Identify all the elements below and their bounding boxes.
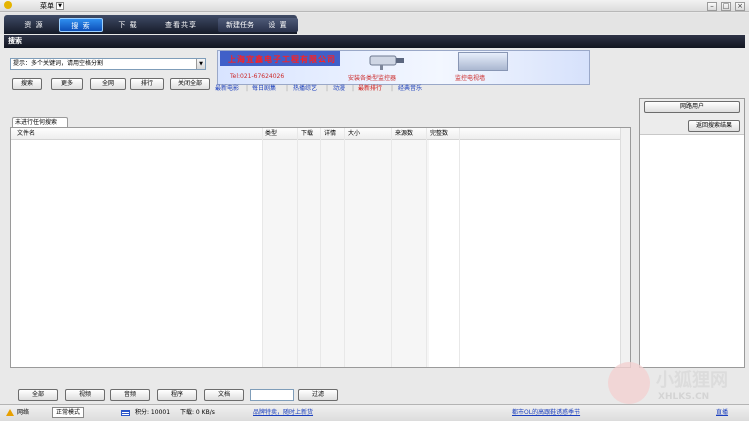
network-icon [121, 410, 130, 416]
column-divider [459, 128, 460, 367]
watermark-text-cn: 小狐狸网 [656, 370, 728, 391]
link-latest-movies[interactable]: 最新电影 [215, 84, 239, 93]
banner-title: 上海宜鑫电子工程有限公司 [228, 55, 336, 64]
results-table: 文件名 类型 下载 详情 大小 来源数 完整数 [10, 127, 631, 368]
mode-selector[interactable]: 正常模式 [52, 407, 85, 418]
monitor-wall-image [458, 52, 508, 71]
column-header-filename[interactable]: 文件名 [15, 128, 35, 140]
banner-slogan-2: 监控电视墙 [455, 75, 486, 82]
link-classic-music[interactable]: 经典音乐 [398, 84, 422, 93]
column-divider [297, 128, 298, 367]
secondary-nav: 新建任务 设 置 [218, 18, 298, 32]
news-link[interactable]: 都市OL的高跟鞋诱惑季节 [512, 406, 580, 419]
link-separator: | [326, 85, 329, 92]
banner-phone: Tel:021-67624026 [230, 73, 285, 80]
logo-icon [4, 1, 12, 9]
column-header-download[interactable]: 下载 [299, 128, 313, 140]
tab-search[interactable]: 搜 索 [59, 18, 103, 32]
camera-icon [369, 55, 404, 70]
online-users-button[interactable]: 网路用户 [644, 101, 740, 113]
search-input-text: 提示：多个关键词，请用空格分割 [13, 60, 104, 67]
column-shade [263, 140, 429, 367]
network-status: 网络 [17, 409, 30, 416]
main-nav: 资 源 搜 索 下 载 查看共享 新建任务 设 置 [4, 15, 298, 34]
filter-video-button[interactable]: 视频 [65, 389, 105, 401]
vertical-scrollbar[interactable] [620, 128, 630, 367]
column-divider [426, 128, 427, 367]
link-daily-series[interactable]: 每日剧集 [252, 84, 276, 93]
tab-settings[interactable]: 设 置 [260, 18, 296, 32]
search-button[interactable]: 搜索 [12, 78, 42, 90]
link-hot-variety[interactable]: 热播综艺 [293, 84, 317, 93]
column-header-size[interactable]: 大小 [346, 128, 360, 140]
back-to-results-button[interactable]: 返回搜索结果 [688, 120, 740, 132]
filter-program-button[interactable]: 程序 [157, 389, 197, 401]
promo-link[interactable]: 品牌特卖，随时上新货 [253, 406, 313, 419]
quick-links: 最新电影 | 每日剧集 | 热播综艺 | 动漫 | 最新排行 | 经典音乐 [215, 84, 595, 93]
link-latest-rank[interactable]: 最新排行 [358, 84, 382, 93]
column-divider [391, 128, 392, 367]
tab-resources[interactable]: 资 源 [12, 18, 56, 32]
column-header-detail[interactable]: 详情 [322, 128, 336, 140]
banner-slogan-1: 安装各类型监控器 [348, 75, 397, 82]
all-net-button[interactable]: 全网 [90, 78, 126, 90]
link-anime[interactable]: 动漫 [333, 84, 345, 93]
section-header: 搜索 [4, 35, 745, 48]
rank-button[interactable]: 排行 [130, 78, 164, 90]
filter-all-button[interactable]: 全部 [18, 389, 58, 401]
ad-banner[interactable]: 上海宜鑫电子工程有限公司 Tel:021-67624026 安装各类型监控器 监… [217, 50, 590, 85]
points-label: 积分: 10001 [135, 409, 171, 416]
app-logo: vagaa [4, 1, 34, 20]
filter-document-button[interactable]: 文档 [204, 389, 244, 401]
column-header-type[interactable]: 类型 [263, 128, 277, 140]
link-separator: | [352, 85, 355, 92]
chevron-down-icon[interactable]: ▼ [196, 59, 205, 69]
link-separator: | [246, 85, 249, 92]
link-separator: | [286, 85, 289, 92]
tab-view-share[interactable]: 查看共享 [156, 18, 206, 32]
filter-input[interactable] [250, 389, 294, 401]
watermark: 小狐狸网 XHLKS.CN [602, 362, 747, 408]
menu-button[interactable]: 菜单 [40, 1, 54, 11]
tab-new-task[interactable]: 新建任务 [220, 18, 260, 32]
column-header-sources[interactable]: 来源数 [393, 128, 413, 140]
download-speed: 下载: 0 KB/s [180, 409, 215, 416]
search-input[interactable]: 提示：多个关键词，请用空格分割 ▼ [10, 58, 206, 70]
fox-logo-icon [608, 362, 650, 404]
column-divider [344, 128, 345, 367]
maximize-button[interactable]: □ [721, 2, 731, 11]
minimize-button[interactable]: – [707, 2, 717, 11]
column-header-complete[interactable]: 完整数 [428, 128, 448, 140]
close-all-button[interactable]: 关闭全部 [170, 78, 210, 90]
right-panel: 网路用户 返回搜索结果 [639, 98, 745, 368]
tab-download[interactable]: 下 载 [106, 18, 150, 32]
nav-bar: 资 源 搜 索 下 载 查看共享 新建任务 设 置 [0, 13, 749, 34]
link-separator: | [391, 85, 394, 92]
menu-dropdown-icon[interactable]: ▼ [56, 2, 64, 10]
column-divider [320, 128, 321, 367]
filter-button[interactable]: 过滤 [298, 389, 338, 401]
watermark-text-en: XHLKS.CN [658, 392, 710, 402]
filter-audio-button[interactable]: 音频 [110, 389, 150, 401]
warning-icon [6, 409, 14, 416]
column-divider [262, 128, 263, 367]
more-button[interactable]: 更多 [51, 78, 83, 90]
close-button[interactable]: × [735, 2, 745, 11]
title-bar: vagaa 菜单 ▼ – □ × [0, 0, 749, 20]
